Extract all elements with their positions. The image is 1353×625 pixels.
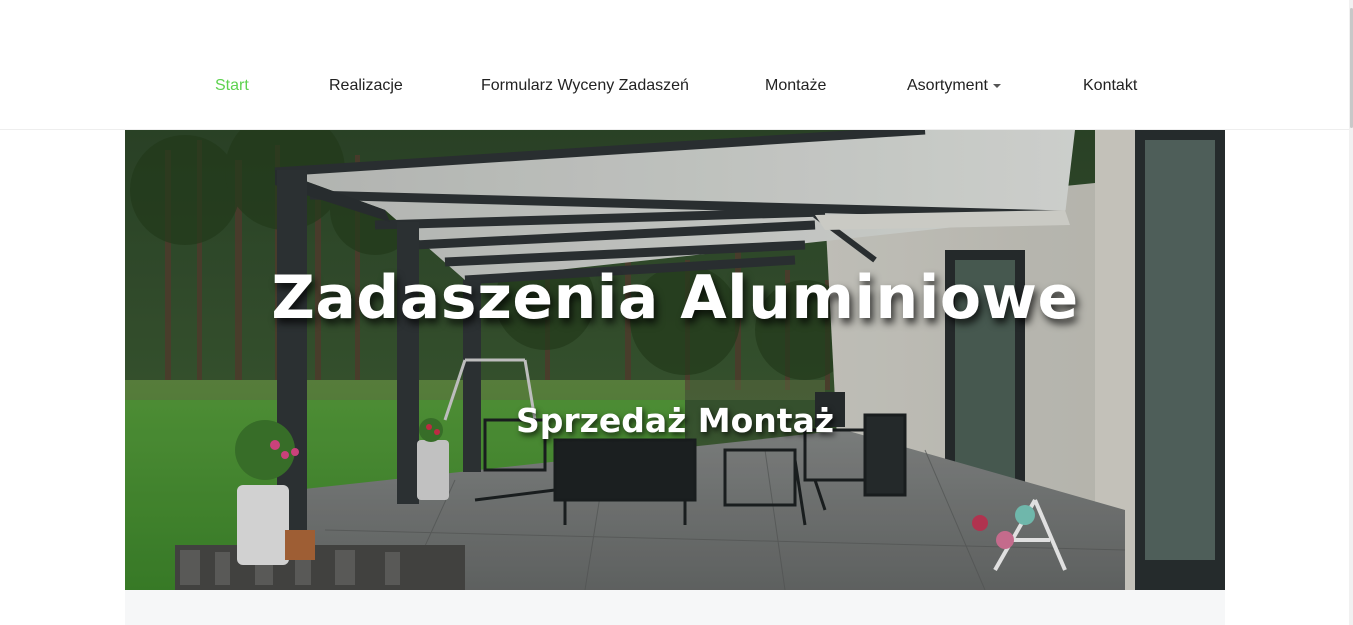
hero-title: Zadaszenia Aluminiowe: [271, 263, 1079, 333]
nav-item-asortyment[interactable]: Asortyment: [907, 74, 1001, 98]
nav-item-formularz-wyceny[interactable]: Formularz Wyceny Zadaszeń: [481, 74, 689, 98]
nav-item-realizacje[interactable]: Realizacje: [329, 74, 403, 98]
nav-item-asortyment-label: Asortyment: [907, 77, 988, 94]
hero-banner: Zadaszenia Aluminiowe Sprzedaż Montaż: [125, 130, 1225, 590]
nav-item-start[interactable]: Start: [215, 74, 249, 98]
hero-subtitle: Sprzedaż Montaż: [515, 401, 835, 440]
pergola-terrace-photo: [125, 130, 1225, 590]
main-nav: Start Realizacje Formularz Wyceny Zadasz…: [0, 74, 1349, 100]
nav-item-kontakt[interactable]: Kontakt: [1083, 74, 1137, 98]
site-header: Start Realizacje Formularz Wyceny Zadasz…: [0, 0, 1349, 130]
content-section: [125, 590, 1225, 625]
vertical-scrollbar[interactable]: [1349, 0, 1353, 625]
nav-item-montaze[interactable]: Montaże: [765, 74, 826, 98]
caret-down-icon: [992, 83, 1001, 88]
